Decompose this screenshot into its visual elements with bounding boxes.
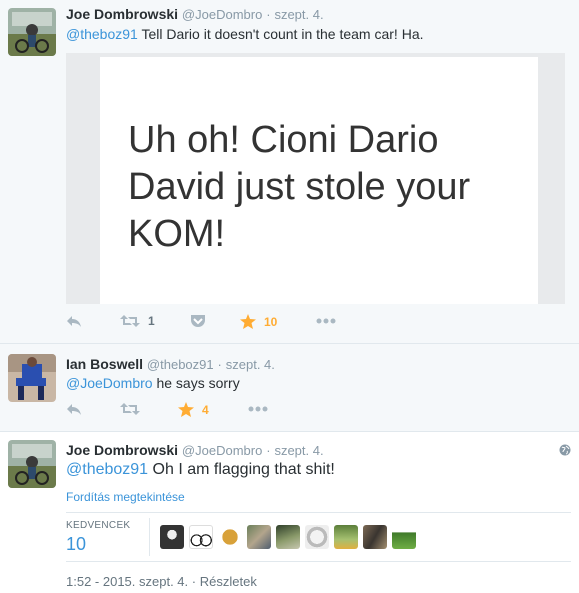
favorite-button[interactable]: 10 [240,314,277,329]
avatar[interactable] [8,440,56,488]
favorite-button[interactable]: 4 [178,402,209,417]
pocket-button[interactable] [190,314,206,328]
reply-button[interactable] [66,314,82,328]
mention-link[interactable]: @JoeDombro [66,375,153,391]
pocket-icon [191,315,205,327]
favorites-label: KEDVENCEK [66,520,131,531]
favoriter-avatar[interactable] [160,525,184,549]
favoriter-avatar[interactable] [305,525,329,549]
fullname[interactable]: Joe Dombrowski [66,6,178,22]
tweet-date[interactable]: szept. 4. [274,443,323,458]
favorites-count[interactable]: 10 [66,534,86,555]
tweet-header: Joe Dombrowski @JoeDombro · szept. 4. [66,6,324,22]
tweet-date[interactable]: szept. 4. [226,357,275,372]
more-button[interactable] [248,406,268,412]
tweet-date[interactable]: szept. 4. [274,7,323,22]
tweet-text: @JoeDombro he says sorry [66,375,240,391]
timestamp-text[interactable]: 1:52 - 2015. szept. 4. [66,574,188,589]
reply-icon [67,404,81,415]
fullname[interactable]: Joe Dombrowski [66,442,178,458]
tweet-body: he says sorry [152,375,240,391]
mention-link[interactable]: @theboz91 [66,461,148,478]
star-icon [178,402,194,417]
separator: · [217,357,222,372]
separator: · [266,7,271,22]
retweet-icon [120,403,140,415]
tweet[interactable]: Joe Dombrowski @JoeDombro · szept. 4. @t… [0,0,579,344]
media-image[interactable]: Uh oh! Cioni Dario David just stole your… [66,53,565,304]
tweet-expanded[interactable]: Joe Dombrowski @JoeDombro · szept. 4. @t… [0,432,579,593]
favoriter-avatar[interactable] [189,525,213,549]
tweet-body: Oh I am flagging that shit! [148,461,335,478]
media-text-line: KOM! [128,213,226,255]
media-text-line: Uh oh! Cioni Dario [128,119,439,161]
reply-button[interactable] [66,402,82,416]
favorite-count: 10 [264,314,278,329]
username[interactable]: @JoeDombro [182,7,262,22]
tweet-timestamp: 1:52 - 2015. szept. 4. · Részletek [66,574,257,589]
avatar[interactable] [8,354,56,402]
globe-icon[interactable] [559,444,571,456]
translate-link[interactable]: Fordítás megtekintése [66,490,185,504]
favoriter-avatar[interactable] [276,525,300,549]
mention-link[interactable]: @theboz91 [66,26,138,42]
tweet-text: @theboz91 Tell Dario it doesn't count in… [66,26,424,42]
tweet[interactable]: Ian Boswell @theboz91 · szept. 4. @JoeDo… [0,344,579,432]
retweet-button[interactable] [120,402,140,416]
star-icon [240,314,256,329]
retweet-icon [120,315,140,327]
tweet-body: Tell Dario it doesn't count in the team … [137,26,424,42]
more-button[interactable] [316,318,336,324]
tweet-header: Joe Dombrowski @JoeDombro · szept. 4. [66,442,324,458]
favoriter-avatar[interactable] [392,525,416,549]
tweet-text: @theboz91 Oh I am flagging that shit! [66,461,335,479]
media-card: Uh oh! Cioni Dario David just stole your… [100,57,538,304]
favorite-count: 4 [202,402,209,417]
divider [66,512,571,513]
divider [66,561,571,562]
username[interactable]: @theboz91 [147,357,214,372]
separator: · [191,574,197,589]
favoriter-avatar[interactable] [334,525,358,549]
more-icon [248,406,268,412]
more-icon [316,318,336,324]
avatar[interactable] [8,8,56,56]
retweet-button[interactable]: 1 [120,314,155,328]
media-text-line: David just stole your [128,166,471,208]
tweet-header: Ian Boswell @theboz91 · szept. 4. [66,356,275,372]
retweet-count: 1 [148,314,155,328]
username[interactable]: @JoeDombro [182,443,262,458]
stats-separator [149,518,150,556]
separator: · [266,443,271,458]
favoriter-avatar[interactable] [363,525,387,549]
favoriters-avatars [160,525,416,549]
reply-icon [67,316,81,327]
favoriter-avatar[interactable] [247,525,271,549]
favoriter-avatar[interactable] [218,525,242,549]
details-link[interactable]: Részletek [200,574,257,589]
fullname[interactable]: Ian Boswell [66,356,143,372]
